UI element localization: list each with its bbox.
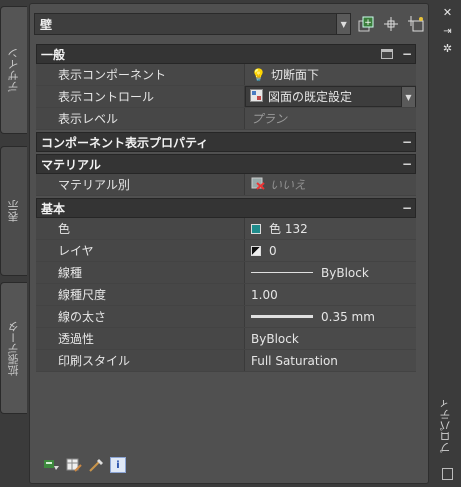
property-row: 線の太さ 0.35 mm: [36, 306, 416, 328]
property-row: 線種尺度 1.00: [36, 284, 416, 306]
transparency-value[interactable]: ByBlock: [245, 328, 416, 349]
linetype-preview: [251, 272, 313, 273]
property-label: マテリアル別: [36, 174, 245, 195]
property-value[interactable]: ByBlock: [245, 262, 416, 283]
collapse-icon[interactable]: −: [399, 135, 415, 149]
object-type-select[interactable]: 壁 ▼: [34, 13, 352, 35]
section-title: 一般: [41, 47, 66, 62]
tab-display[interactable]: 表示: [0, 146, 27, 276]
section-title: マテリアル: [41, 157, 101, 172]
property-label: 色: [36, 218, 245, 239]
property-value[interactable]: 0.35 mm: [245, 306, 416, 327]
object-toolbar: 壁 ▼ +: [34, 12, 426, 36]
property-row: 色 色 132: [36, 218, 416, 240]
edit-table-icon[interactable]: [66, 457, 82, 473]
section-component-display-properties[interactable]: コンポーネント表示プロパティ −: [36, 132, 416, 152]
property-row: 線種 ByBlock: [36, 262, 416, 284]
property-label: 線種: [36, 262, 245, 283]
property-label: 透過性: [36, 328, 245, 349]
property-label: 印刷スタイル: [36, 350, 245, 371]
table-icon[interactable]: [381, 49, 393, 59]
chevron-down-icon[interactable]: ▼: [401, 87, 415, 107]
color-value: 色 132: [269, 222, 308, 236]
plot-style-value[interactable]: Full Saturation: [245, 350, 416, 371]
svg-text:+: +: [364, 18, 372, 28]
quick-select-icon[interactable]: +: [356, 14, 376, 34]
tab-extended-data-label: 拡張データ: [7, 320, 20, 376]
property-value[interactable]: 💡 切断面下: [245, 64, 416, 85]
collapse-icon[interactable]: −: [399, 157, 415, 171]
property-label: 線種尺度: [36, 284, 245, 305]
section-title: 基本: [41, 201, 66, 216]
linetype-value: ByBlock: [321, 265, 369, 280]
lineweight-preview: [251, 315, 313, 318]
layer-swatch: [251, 245, 261, 256]
property-value[interactable]: いいえ: [245, 174, 416, 195]
drawing-icon: [250, 88, 263, 105]
chevron-down-icon[interactable]: ▼: [336, 14, 351, 34]
linetype-scale-value[interactable]: 1.00: [245, 284, 416, 305]
property-row: 印刷スタイル Full Saturation: [36, 350, 416, 372]
property-label: レイヤ: [36, 240, 245, 261]
property-value[interactable]: 0: [245, 240, 416, 261]
collapse-icon[interactable]: −: [399, 201, 415, 215]
property-row: マテリアル別 いいえ: [36, 174, 416, 196]
property-label: 線の太さ: [36, 306, 245, 327]
tab-extended-data[interactable]: 拡張データ: [0, 282, 27, 414]
section-general[interactable]: 一般 −: [36, 44, 416, 64]
match-properties-icon[interactable]: [88, 457, 104, 473]
tab-display-label: 表示: [7, 200, 20, 222]
bottom-toolbar: i: [44, 457, 126, 473]
material-disabled-icon: [251, 177, 265, 193]
add-selection-icon[interactable]: [44, 457, 60, 473]
property-value[interactable]: 色 132: [245, 218, 416, 239]
property-row: 透過性 ByBlock: [36, 328, 416, 350]
settings-icon[interactable]: ✲: [441, 42, 454, 55]
panel-menu-icon[interactable]: [442, 468, 453, 480]
section-title: コンポーネント表示プロパティ: [41, 135, 209, 150]
property-label: 表示コンポーネント: [36, 64, 245, 85]
lineweight-value: 0.35 mm: [321, 309, 375, 324]
lightbulb-icon: 💡: [251, 67, 266, 82]
layer-value: 0: [269, 243, 277, 258]
display-control-value: 図面の既定設定: [268, 90, 353, 104]
property-row: 表示コンポーネント 💡 切断面下: [36, 64, 416, 86]
auto-hide-icon[interactable]: ⇥: [441, 25, 454, 38]
display-control-select[interactable]: 図面の既定設定 ▼: [245, 86, 416, 107]
material-by-value: いいえ: [270, 178, 307, 192]
property-label: 表示レベル: [36, 108, 245, 129]
display-level-value: プラン: [245, 108, 416, 129]
section-material[interactable]: マテリアル −: [36, 154, 416, 174]
properties-panel: 壁 ▼ + 一般 − 表示コンポーネント 💡 切断面下 表示コントロール 図面の…: [29, 3, 429, 484]
property-row: レイヤ 0: [36, 240, 416, 262]
property-label: 表示コントロール: [36, 86, 245, 107]
tab-design[interactable]: デザイン: [0, 6, 27, 134]
right-strip: ✕ ⇥ ✲ プロパティ: [434, 0, 461, 487]
close-icon[interactable]: ✕: [441, 6, 454, 19]
section-basic[interactable]: 基本 −: [36, 198, 416, 218]
object-type-value: 壁: [40, 17, 53, 32]
panel-title: プロパティ: [439, 398, 452, 453]
color-swatch: [251, 223, 261, 234]
info-icon[interactable]: i: [110, 457, 126, 473]
select-objects-icon[interactable]: [381, 14, 401, 34]
display-component-value: 切断面下: [270, 68, 319, 82]
property-grid: 一般 − 表示コンポーネント 💡 切断面下 表示コントロール 図面の既定設定 ▼: [36, 42, 416, 372]
property-row: 表示コントロール 図面の既定設定 ▼: [36, 86, 416, 108]
left-tab-strip: デザイン 表示 拡張データ: [0, 0, 29, 487]
property-row: 表示レベル プラン: [36, 108, 416, 130]
tab-design-label: デザイン: [7, 48, 20, 92]
collapse-icon[interactable]: −: [399, 47, 415, 61]
pickadd-icon[interactable]: [406, 14, 426, 34]
